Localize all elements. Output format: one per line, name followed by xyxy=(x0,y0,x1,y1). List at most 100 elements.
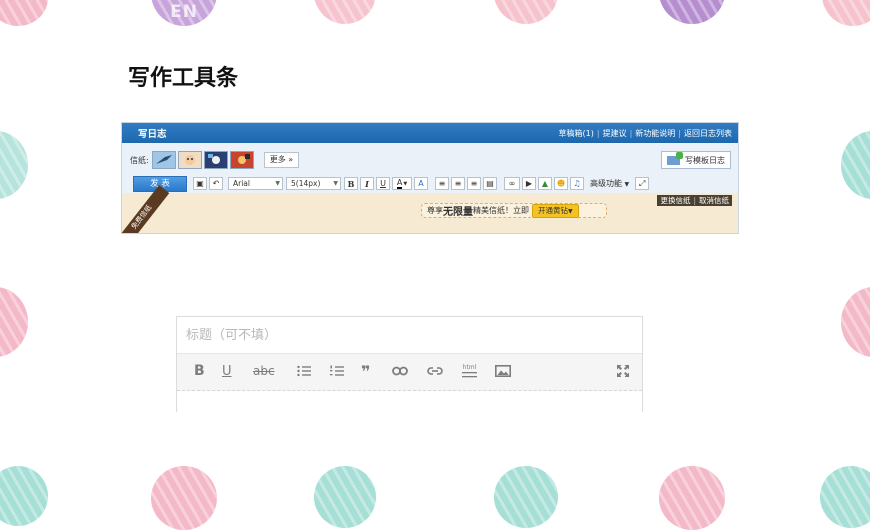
decor-dot xyxy=(822,0,870,26)
stationery-thumb[interactable] xyxy=(203,151,228,169)
editor-header-title: 写日志 xyxy=(138,129,167,140)
editor-toolbar: 发 表 ▣ ↶ Arial ▼ 5(14px) ▼ B I U A ▼ A ≡ ≡ ≡… xyxy=(133,175,651,192)
decor-dot xyxy=(0,131,28,199)
video-icon[interactable]: ▶ xyxy=(522,177,536,190)
html-icon[interactable]: html xyxy=(462,362,477,380)
decor-dot xyxy=(0,0,48,26)
decor-dot xyxy=(314,0,376,24)
feedback-link[interactable]: 提建议 xyxy=(603,128,627,139)
italic-icon[interactable]: I xyxy=(360,177,374,190)
bullet-list-icon[interactable] xyxy=(297,362,311,380)
indent-icon[interactable]: ▤ xyxy=(483,177,497,190)
free-stationery-ribbon: 免费信纸 xyxy=(122,185,170,233)
editor-content-area[interactable] xyxy=(177,391,642,412)
link-icon[interactable] xyxy=(392,362,408,380)
link-icon[interactable]: ∞ xyxy=(504,177,520,190)
undo-icon[interactable]: ↶ xyxy=(209,177,223,190)
promo-prefix: 尊享 xyxy=(427,206,443,215)
fullscreen-icon[interactable]: ⤢ xyxy=(635,177,650,190)
chevron-down-icon: ▼ xyxy=(333,180,338,187)
html-label: html xyxy=(462,364,477,371)
chevron-down-icon: ▼ xyxy=(568,207,573,215)
more-label: 更多 xyxy=(269,155,286,164)
save-icon[interactable]: ▣ xyxy=(193,177,207,190)
font-size-value: 5(14px) xyxy=(291,179,321,188)
en-badge: EN xyxy=(170,2,198,22)
chevron-down-icon: ▼ xyxy=(275,180,280,187)
chevron-down-icon: » xyxy=(288,155,294,164)
image-icon[interactable]: ▲ xyxy=(538,177,552,190)
change-stationery-link[interactable]: 更换信纸 xyxy=(660,195,690,206)
vip-promo-banner: 尊享 无限量 精美信纸！立即 开通黄钻▼ xyxy=(421,203,607,218)
open-vip-label: 开通黄钻 xyxy=(538,205,568,215)
new-features-link[interactable]: 新功能说明 xyxy=(635,128,675,139)
decor-dot xyxy=(841,131,870,199)
chevron-down-icon: ▼ xyxy=(624,181,630,188)
decor-dot xyxy=(841,287,870,357)
decor-dot xyxy=(151,466,217,530)
font-family-value: Arial xyxy=(233,179,250,188)
rich-text-toolbar: B U abc ❞ html xyxy=(177,354,642,391)
template-icon xyxy=(667,151,683,165)
editor-header: 写日志 草稿箱(1) | 提建议 | 新功能说明 | 返回日志列表 xyxy=(122,123,738,143)
font-size-select[interactable]: 5(14px) ▼ xyxy=(286,177,341,190)
link-divider: | xyxy=(596,128,600,138)
remove-stationery-link[interactable]: 取消信纸 xyxy=(699,195,729,206)
promo-highlight: 无限量 xyxy=(443,207,473,218)
font-family-select[interactable]: Arial ▼ xyxy=(228,177,283,190)
bold-icon[interactable]: B xyxy=(344,177,358,190)
new-editor-panel: B U abc ❞ html xyxy=(176,316,643,412)
editor-body[interactable]: 免费信纸 尊享 无限量 精美信纸！立即 开通黄钻▼ 更换信纸 | 取消信纸 xyxy=(122,185,738,233)
link-divider: | xyxy=(693,196,696,205)
stationery-row: 信纸: 更多 » xyxy=(130,151,300,169)
fullscreen-icon[interactable] xyxy=(617,362,629,380)
more-stationery-button[interactable]: 更多 » xyxy=(263,152,300,168)
header-links: 草稿箱(1) | 提建议 | 新功能说明 | 返回日志列表 xyxy=(559,128,732,139)
page-title: 写作工具条 xyxy=(128,66,239,91)
decor-dot xyxy=(0,287,28,357)
bird-icon xyxy=(155,155,172,164)
align-right-icon[interactable]: ≡ xyxy=(467,177,481,190)
decor-dot xyxy=(0,466,48,526)
decor-dot xyxy=(314,466,376,528)
character-icon xyxy=(237,154,250,164)
decor-dot xyxy=(659,466,725,530)
stationery-thumb[interactable] xyxy=(177,151,202,169)
link-divider: | xyxy=(629,128,633,138)
drafts-link[interactable]: 草稿箱(1) xyxy=(559,128,594,139)
character-icon xyxy=(207,154,220,164)
open-vip-button[interactable]: 开通黄钻▼ xyxy=(532,203,579,218)
stationery-actions: 更换信纸 | 取消信纸 xyxy=(657,195,732,206)
align-left-icon[interactable]: ≡ xyxy=(435,177,449,190)
decor-dot xyxy=(820,466,870,528)
align-center-icon[interactable]: ≡ xyxy=(451,177,465,190)
promo-suffix: 精美信纸！立即 xyxy=(473,206,529,215)
quote-icon[interactable]: ❞ xyxy=(361,362,370,381)
decor-dot xyxy=(494,466,558,528)
title-input[interactable] xyxy=(177,317,642,354)
music-icon[interactable]: ♫ xyxy=(570,177,584,190)
highlight-icon[interactable]: A xyxy=(414,177,428,190)
bold-icon[interactable]: B xyxy=(194,362,205,380)
decor-dot xyxy=(659,0,725,24)
stationery-thumb[interactable] xyxy=(229,151,254,169)
numbered-list-icon[interactable] xyxy=(330,362,344,380)
template-diary-label: 写模板日志 xyxy=(685,155,725,165)
advanced-label: 高级功能 xyxy=(590,179,622,188)
template-diary-button[interactable]: 写模板日志 xyxy=(661,151,731,169)
stationery-label: 信纸: xyxy=(130,155,149,165)
old-editor-panel: 写日志 草稿箱(1) | 提建议 | 新功能说明 | 返回日志列表 信纸: 更多… xyxy=(121,122,739,234)
unlink-icon[interactable] xyxy=(427,362,443,380)
image-icon[interactable] xyxy=(495,362,511,380)
underline-icon[interactable]: U xyxy=(376,177,390,190)
strikethrough-icon[interactable]: abc xyxy=(253,362,275,380)
emoji-icon[interactable]: ☻ xyxy=(554,177,568,190)
advanced-features-button[interactable]: 高级功能 ▼ xyxy=(590,178,629,189)
face-icon xyxy=(184,155,195,165)
font-color-icon[interactable]: A ▼ xyxy=(392,177,412,190)
link-divider: | xyxy=(678,128,681,138)
back-to-list-link[interactable]: 返回日志列表 xyxy=(684,128,732,139)
stationery-thumb[interactable] xyxy=(151,151,176,169)
decor-dot: EN xyxy=(151,0,217,26)
underline-icon[interactable]: U xyxy=(222,362,232,380)
